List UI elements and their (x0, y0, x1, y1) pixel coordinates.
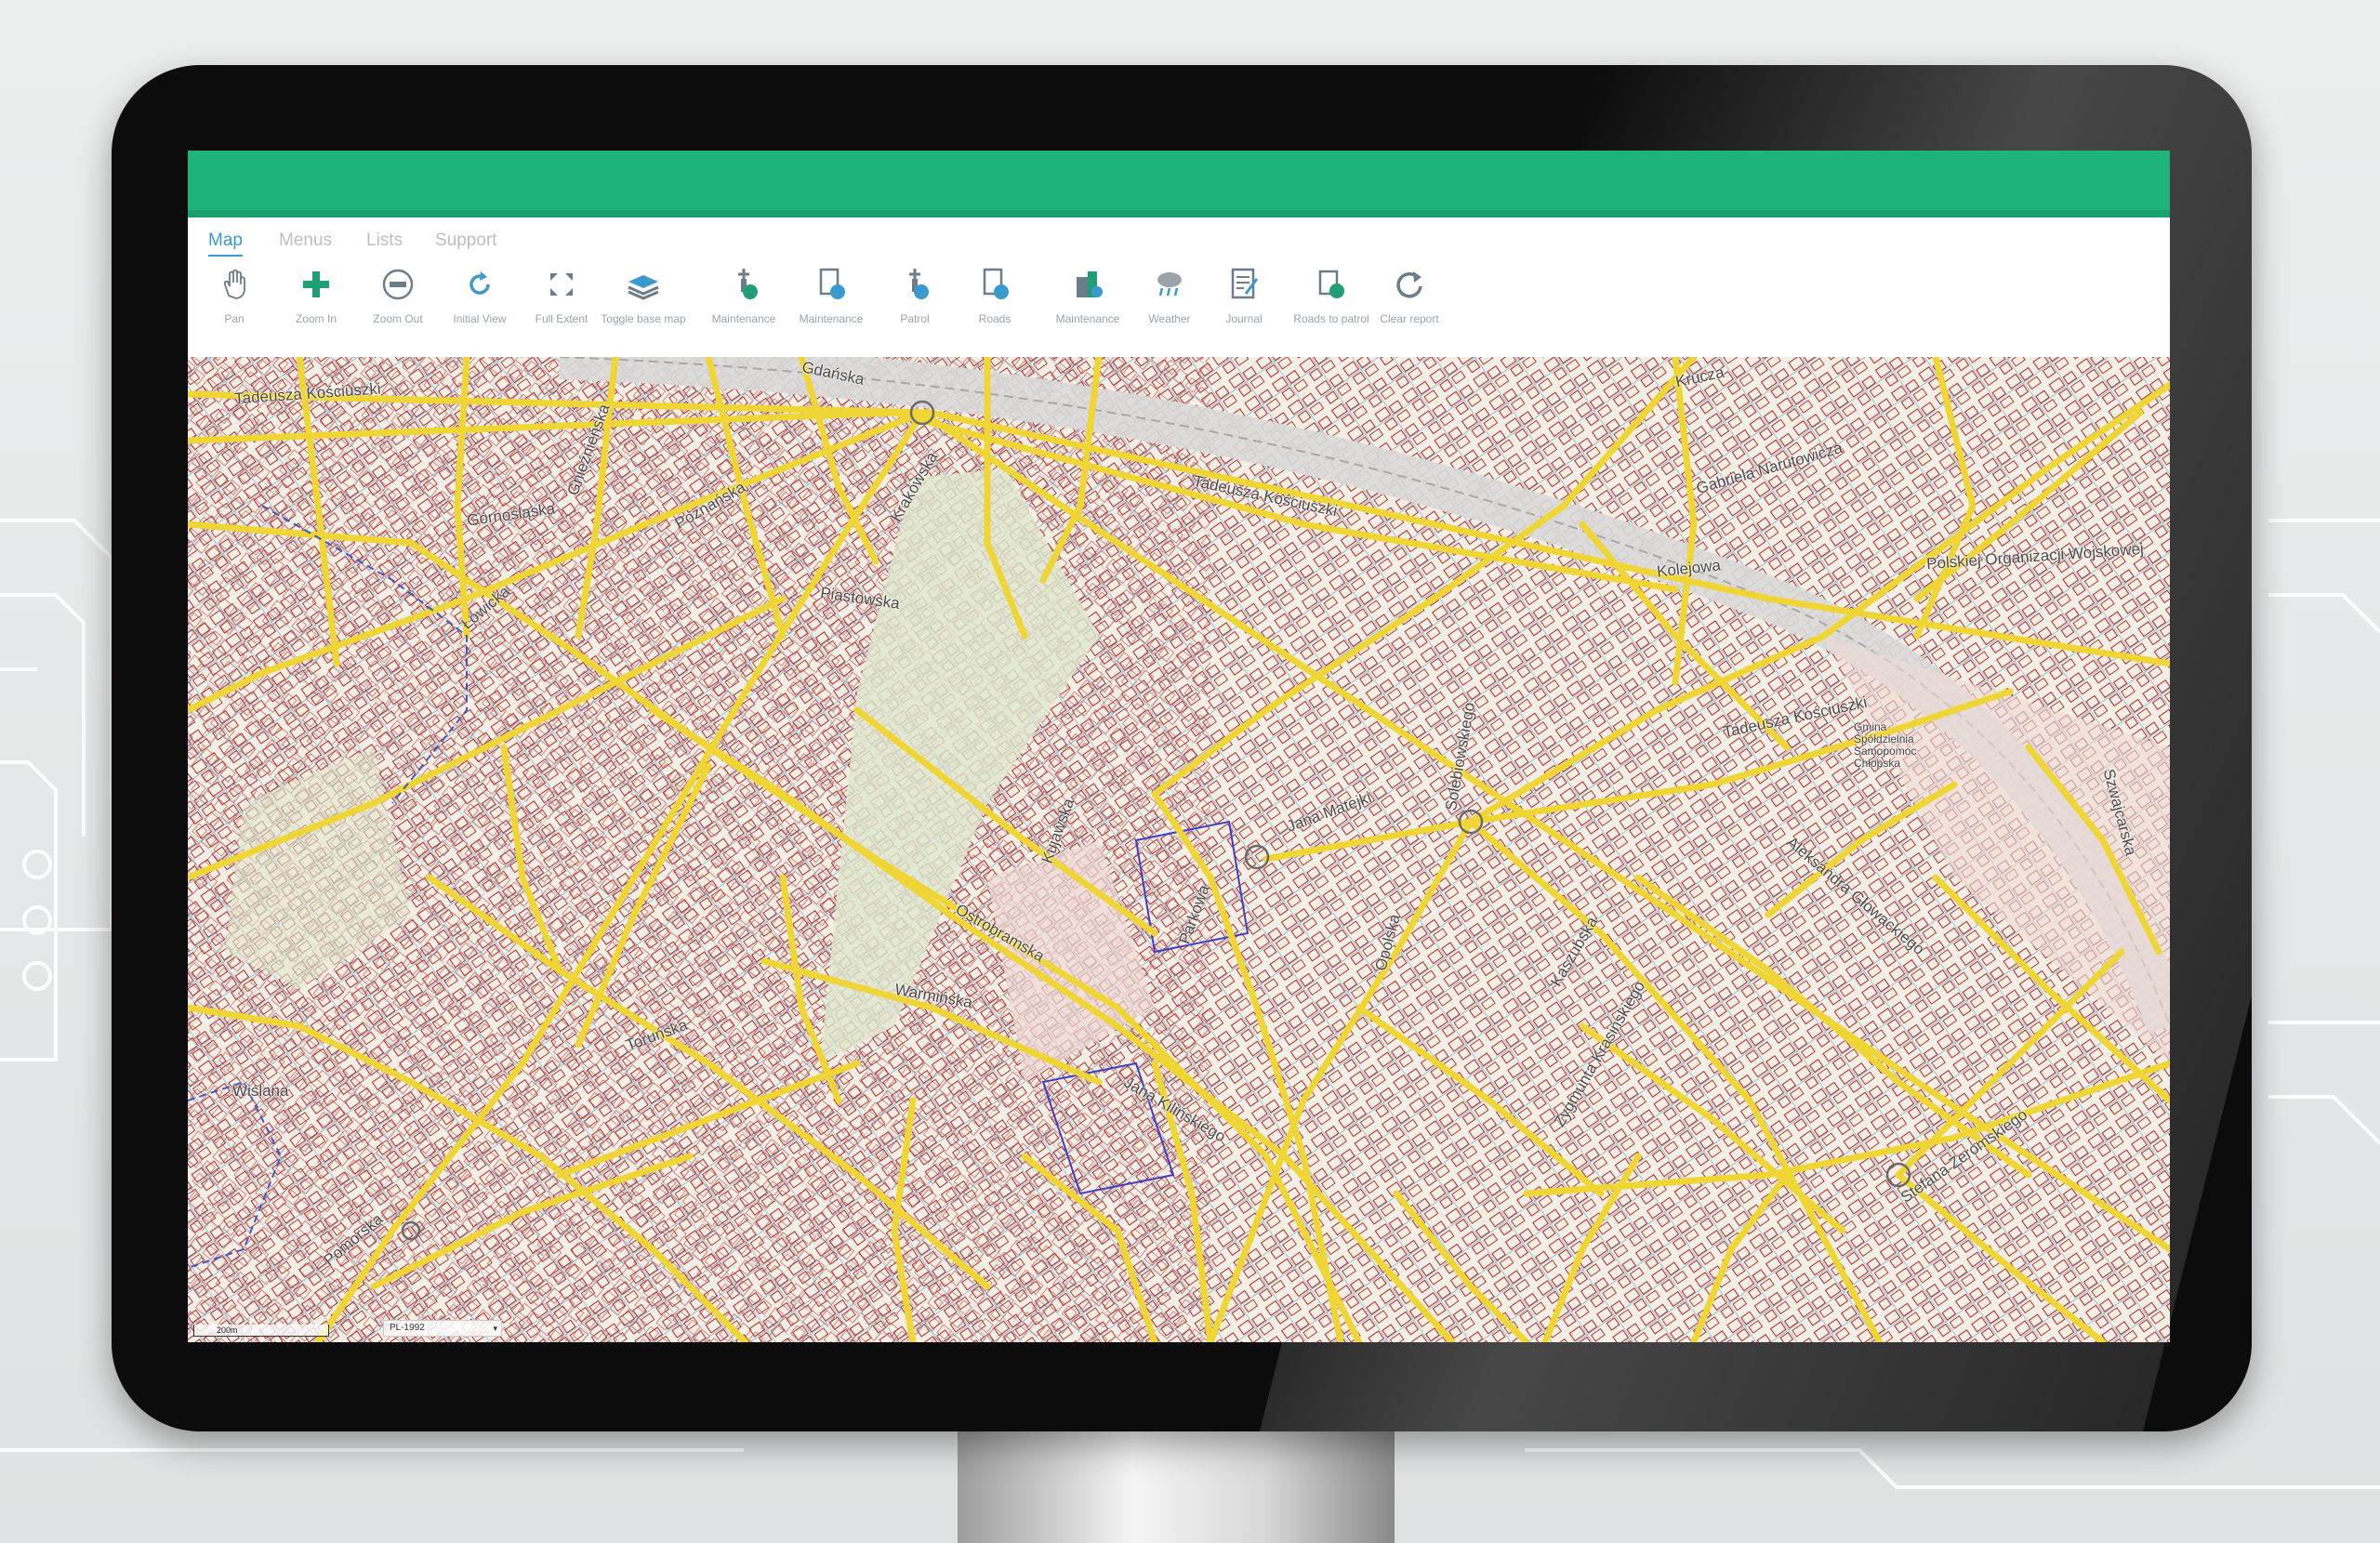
app-window: Map Menus Lists Support Pan Zoom In Zoom… (188, 151, 2170, 1342)
poi-label: Chłopska (1854, 757, 1901, 770)
tab-lists[interactable]: Lists (366, 227, 403, 255)
chevron-down-icon: ▾ (493, 1324, 497, 1333)
maintenance-pin-icon (725, 266, 762, 303)
roads-icon (976, 266, 1013, 303)
map-toolbar: Pan Zoom In Zoom Out Initial View Full E… (188, 260, 2170, 370)
layers-icon (625, 266, 662, 303)
crs-select[interactable]: PL-1992 ▾ (383, 1320, 502, 1337)
crs-value: PL-1992 (390, 1323, 425, 1333)
patrol-icon (896, 266, 933, 303)
journal-icon (1225, 266, 1263, 303)
street-label: Wiślana (232, 1082, 289, 1100)
tab-map[interactable]: Map (208, 227, 243, 257)
clear-report-button[interactable]: Clear report (1354, 266, 1465, 344)
app-header-bar (188, 151, 2170, 218)
map-view[interactable]: Tadeusza Kościuszki Gdańska Górnośląska … (188, 357, 2170, 1342)
pan-icon (216, 266, 253, 303)
full-extent-icon (543, 266, 580, 303)
tab-menus[interactable]: Menus (279, 227, 332, 255)
monitor-stand (958, 1427, 1395, 1543)
scale-bar: 200m (193, 1325, 329, 1337)
map-canvas[interactable] (188, 357, 2170, 1342)
roads-to-patrol-icon (1313, 266, 1350, 303)
weather-icon (1151, 266, 1188, 303)
tab-support[interactable]: Support (435, 227, 497, 255)
refresh-icon (1391, 266, 1428, 303)
initial-view-icon (461, 266, 498, 303)
main-tabs: Map Menus Lists Support (188, 218, 2170, 260)
maintenance-building-icon (1069, 266, 1106, 303)
maintenance-doc-icon (813, 266, 850, 303)
zoom-out-icon (379, 266, 416, 303)
toggle-base-map-button[interactable]: Toggle base map (588, 266, 699, 344)
zoom-in-icon (298, 266, 335, 303)
